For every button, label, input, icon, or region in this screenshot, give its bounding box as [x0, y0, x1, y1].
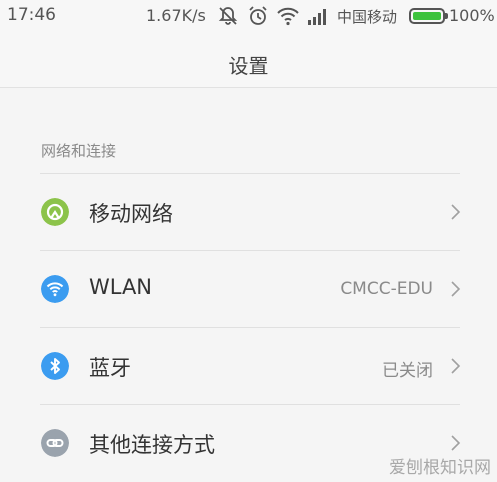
- chevron-right-icon: [451, 281, 461, 297]
- battery-fill: [413, 12, 441, 20]
- chevron-right-icon: [451, 204, 461, 220]
- battery-icon: [409, 8, 445, 24]
- settings-item-bluetooth[interactable]: 蓝牙 已关闭: [0, 328, 497, 404]
- settings-item-value: CMCC-EDU: [340, 279, 433, 299]
- battery-cap: [445, 13, 448, 19]
- carrier-name: 中国移动: [337, 8, 398, 26]
- settings-item-label: 其他连接方式: [89, 433, 215, 457]
- title-bar: 设置: [0, 32, 497, 88]
- cell-signal-icon: [308, 9, 326, 25]
- page-title: 设置: [228, 54, 269, 78]
- chevron-right-icon: [451, 358, 461, 374]
- settings-item-value: 已关闭: [382, 361, 433, 381]
- settings-item-mobile-network[interactable]: 移动网络: [0, 174, 497, 250]
- status-bar: 17:46 1.67K/s 中国移动 100%: [0, 0, 497, 32]
- settings-item-label: WLAN: [89, 275, 153, 299]
- battery-percent: 100%: [449, 6, 495, 25]
- section-header-network: 网络和连接: [41, 142, 117, 160]
- watermark: 爱刨根知识网: [389, 458, 491, 478]
- link-icon: [41, 429, 69, 457]
- bluetooth-icon: [41, 352, 69, 380]
- vibrate-icon: [218, 7, 238, 25]
- chevron-right-icon: [451, 435, 461, 451]
- wifi-signal-icon: [277, 7, 299, 26]
- wifi-icon: [41, 275, 69, 303]
- status-time: 17:46: [7, 5, 56, 25]
- settings-item-label: 移动网络: [89, 202, 173, 226]
- mobile-network-icon: [41, 198, 69, 226]
- settings-item-label: 蓝牙: [89, 356, 131, 380]
- settings-item-wlan[interactable]: WLAN CMCC-EDU: [0, 251, 497, 327]
- alarm-clock-icon: [249, 6, 267, 25]
- network-speed: 1.67K/s: [146, 6, 206, 25]
